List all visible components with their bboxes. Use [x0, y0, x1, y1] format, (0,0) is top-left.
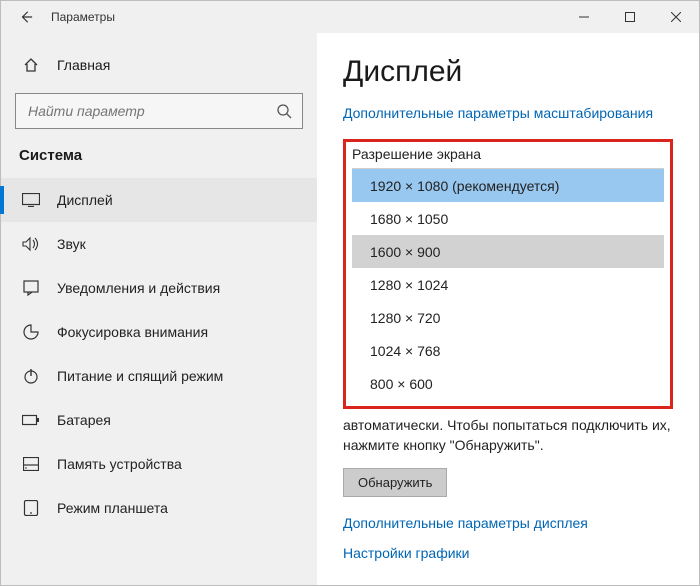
detect-button[interactable]: Обнаружить	[343, 468, 447, 497]
maximize-icon	[625, 12, 635, 22]
sidebar-item-label: Режим планшета	[57, 500, 168, 516]
minimize-button[interactable]	[561, 1, 607, 33]
sidebar-section-title: Система	[1, 147, 317, 178]
tablet-mode-icon	[19, 500, 43, 516]
sidebar-item-power[interactable]: Питание и спящий режим	[1, 354, 317, 398]
search-box[interactable]	[15, 93, 303, 129]
sidebar-item-notifications[interactable]: Уведомления и действия	[1, 266, 317, 310]
resolution-option[interactable]: 800 × 600	[352, 367, 664, 400]
main-content: Дисплей Дополнительные параметры масштаб…	[317, 33, 699, 585]
storage-icon	[19, 457, 43, 471]
sound-icon	[19, 236, 43, 252]
resolution-option[interactable]: 1920 × 1080 (рекомендуется)	[352, 169, 664, 202]
back-button[interactable]	[15, 6, 37, 28]
graphics-settings-link[interactable]: Настройки графики	[343, 545, 470, 561]
advanced-display-link[interactable]: Дополнительные параметры дисплея	[343, 515, 588, 531]
sidebar-item-label: Звук	[57, 236, 86, 252]
settings-window: Параметры Главная	[0, 0, 700, 586]
resolution-label: Разрешение экрана	[352, 146, 664, 162]
sidebar-item-label: Батарея	[57, 412, 111, 428]
close-icon	[671, 12, 681, 22]
battery-icon	[19, 414, 43, 426]
home-label: Главная	[57, 57, 110, 73]
sidebar-item-label: Дисплей	[57, 192, 113, 208]
window-controls	[561, 1, 699, 33]
notifications-icon	[19, 280, 43, 296]
search-icon	[276, 103, 292, 119]
detect-description: автоматически. Чтобы попытаться подключи…	[343, 415, 673, 456]
sidebar-item-sound[interactable]: Звук	[1, 222, 317, 266]
sidebar-item-label: Питание и спящий режим	[57, 368, 223, 384]
maximize-button[interactable]	[607, 1, 653, 33]
power-icon	[19, 368, 43, 384]
home-icon	[19, 57, 43, 73]
sidebar-item-tablet-mode[interactable]: Режим планшета	[1, 486, 317, 530]
sidebar-nav: Дисплей Звук Уведомления и действия	[1, 178, 317, 530]
resolution-dropdown-highlight: Разрешение экрана 1920 × 1080 (рекоменду…	[343, 139, 673, 409]
titlebar: Параметры	[1, 1, 699, 33]
window-title: Параметры	[51, 10, 115, 24]
sidebar-item-display[interactable]: Дисплей	[1, 178, 317, 222]
advanced-scaling-link[interactable]: Дополнительные параметры масштабирования	[343, 105, 653, 121]
minimize-icon	[579, 12, 589, 22]
resolution-option[interactable]: 1280 × 720	[352, 301, 664, 334]
close-button[interactable]	[653, 1, 699, 33]
sidebar-item-label: Фокусировка внимания	[57, 324, 208, 340]
sidebar-item-label: Уведомления и действия	[57, 280, 220, 296]
sidebar-item-label: Память устройства	[57, 456, 182, 472]
page-title: Дисплей	[343, 55, 673, 89]
sidebar-item-focus-assist[interactable]: Фокусировка внимания	[1, 310, 317, 354]
back-arrow-icon	[19, 10, 33, 24]
focus-assist-icon	[19, 324, 43, 340]
detect-text-line: автоматически. Чтобы попытаться подключи…	[343, 417, 671, 453]
resolution-option[interactable]: 1024 × 768	[352, 334, 664, 367]
resolution-option[interactable]: 1280 × 1024	[352, 268, 664, 301]
search-input[interactable]	[26, 102, 276, 120]
resolution-option[interactable]: 1600 × 900	[352, 235, 664, 268]
resolution-option-list: 1920 × 1080 (рекомендуется) 1680 × 1050 …	[352, 168, 664, 400]
display-icon	[19, 193, 43, 207]
resolution-option[interactable]: 1680 × 1050	[352, 202, 664, 235]
sidebar-item-battery[interactable]: Батарея	[1, 398, 317, 442]
sidebar: Главная Система Дисплей	[1, 33, 317, 585]
sidebar-item-storage[interactable]: Память устройства	[1, 442, 317, 486]
home-nav[interactable]: Главная	[1, 47, 317, 83]
